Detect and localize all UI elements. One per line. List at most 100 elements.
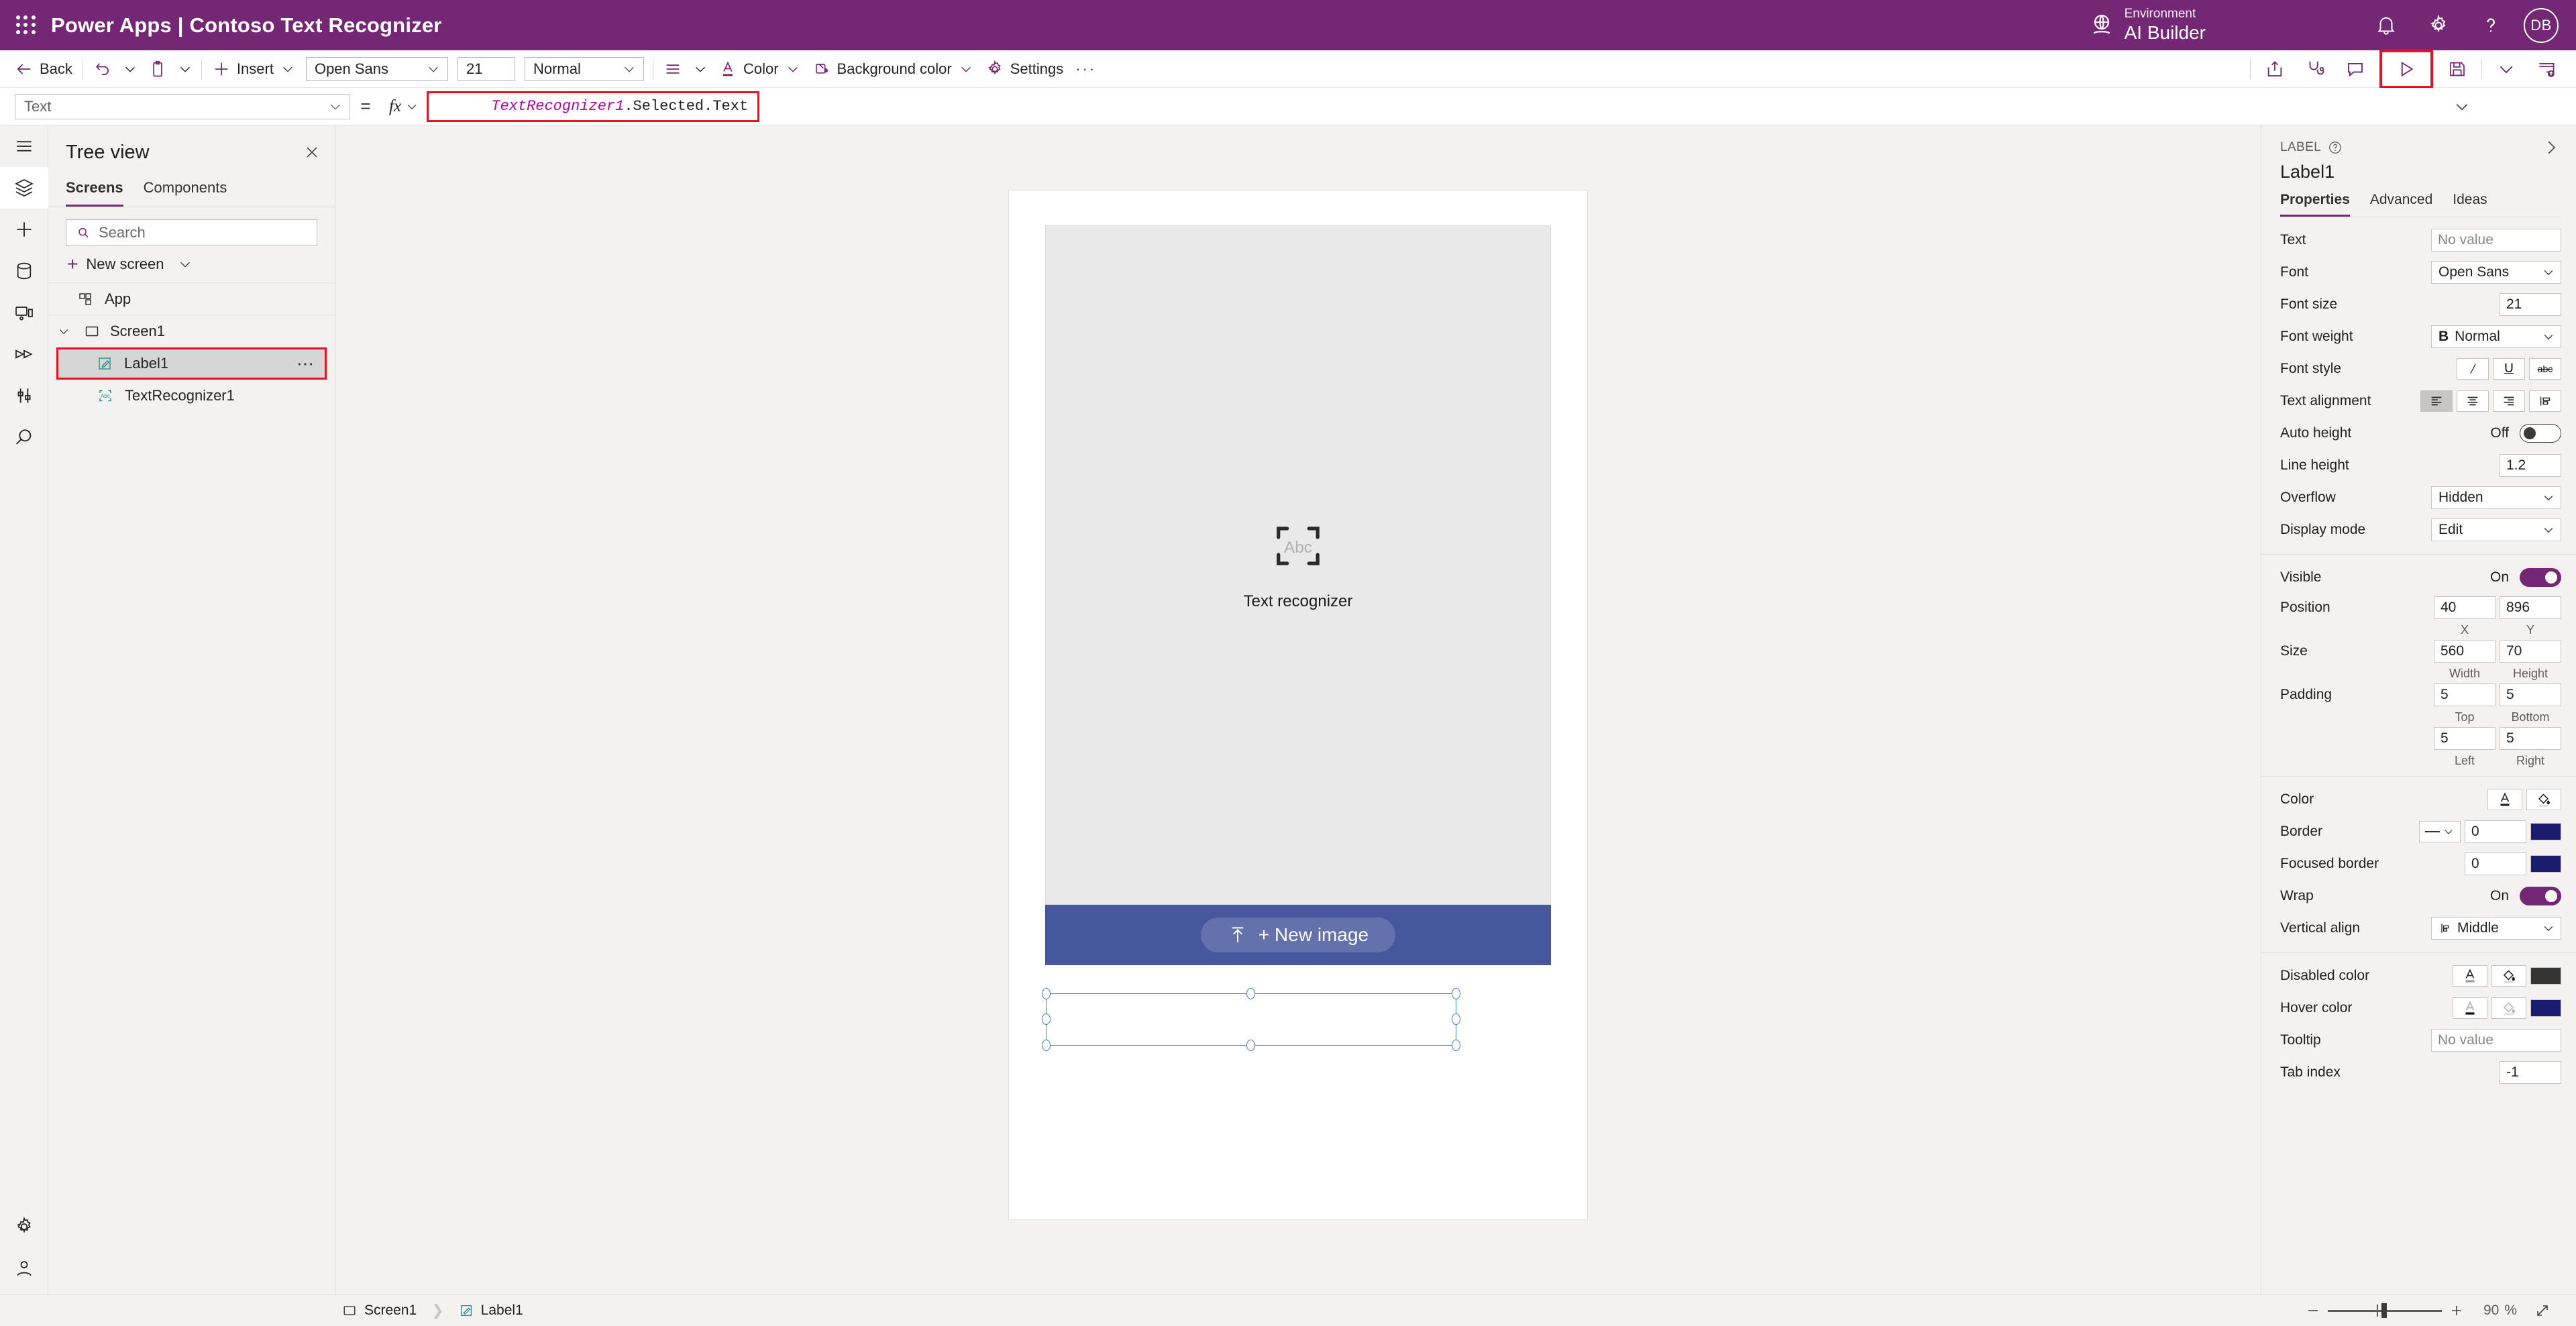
underline-icon[interactable]: U [2493, 358, 2525, 380]
paste-chevron-down-icon[interactable] [173, 62, 197, 76]
sidebar-item-data[interactable] [0, 250, 48, 292]
preview-play-button[interactable] [2379, 49, 2433, 89]
focused-border-width-input[interactable]: 0 [2465, 852, 2526, 875]
padding-bottom-input[interactable]: 5 [2500, 683, 2561, 706]
resize-handle-top-right[interactable] [1452, 988, 1460, 999]
bell-icon[interactable] [2360, 0, 2412, 50]
position-y-input[interactable]: 896 [2500, 596, 2561, 619]
padding-top-input[interactable]: 5 [2434, 683, 2496, 706]
overflow-menu-button[interactable]: ··· [1069, 50, 1102, 88]
sidebar-item-variables[interactable] [0, 375, 48, 417]
border-color-swatch[interactable] [2530, 823, 2561, 840]
tab-index-input[interactable]: -1 [2500, 1061, 2561, 1084]
vertical-align-dropdown[interactable]: Middle [2431, 917, 2561, 940]
wrap-toggle[interactable] [2520, 887, 2561, 905]
font-size-input[interactable]: 21 [2500, 293, 2561, 316]
property-selector-dropdown[interactable]: Text [15, 93, 350, 119]
waffle-grid-icon[interactable] [16, 15, 36, 36]
chevron-right-icon[interactable] [2541, 137, 2561, 158]
strikethrough-icon[interactable]: abc [2529, 358, 2561, 380]
sidebar-item-power-automate[interactable] [0, 333, 48, 375]
size-width-input[interactable]: 560 [2434, 640, 2496, 663]
fill-color-icon[interactable] [2526, 789, 2561, 810]
text-input[interactable]: No value [2431, 229, 2561, 252]
chevron-down-icon[interactable] [54, 325, 74, 338]
paste-button[interactable] [142, 50, 173, 88]
hover-fill-color-icon[interactable] [2491, 997, 2526, 1019]
gear-icon[interactable] [2412, 0, 2465, 50]
share-icon[interactable] [2255, 54, 2295, 85]
tab-advanced[interactable]: Advanced [2370, 192, 2432, 217]
new-screen-button[interactable]: + New screen [48, 246, 335, 283]
sidebar-item-tree-view[interactable] [0, 167, 48, 209]
tooltip-input[interactable]: No value [2431, 1029, 2561, 1052]
sidebar-item-account[interactable] [0, 1248, 48, 1289]
plus-icon[interactable] [2442, 1297, 2471, 1324]
zoom-slider[interactable] [2327, 1297, 2442, 1324]
help-circle-icon[interactable] [2328, 140, 2343, 155]
help-icon[interactable] [2465, 0, 2517, 50]
tab-components[interactable]: Components [144, 174, 227, 207]
align-chevron-down-icon[interactable] [688, 62, 712, 76]
italic-icon[interactable]: / [2457, 358, 2489, 380]
font-weight-dropdown[interactable]: B Normal [2431, 325, 2561, 348]
font-size-input[interactable]: 21 [457, 56, 515, 81]
tree-node-label1[interactable]: Label1 ⋯ [56, 347, 327, 380]
formula-expand-chevron-down-icon[interactable] [2449, 96, 2475, 117]
insert-button[interactable]: Insert [206, 50, 301, 88]
focused-border-color-swatch[interactable] [2530, 855, 2561, 873]
disabled-color-swatch[interactable] [2530, 967, 2561, 985]
resize-handle-top-left[interactable] [1042, 988, 1051, 999]
font-dropdown[interactable]: Open Sans [2431, 261, 2561, 284]
disabled-font-color-icon[interactable] [2453, 965, 2487, 987]
hamburger-menu-icon[interactable] [0, 125, 48, 167]
comments-icon[interactable] [2335, 54, 2375, 85]
resize-handle-top-center[interactable] [1246, 988, 1255, 999]
auto-height-toggle[interactable] [2520, 424, 2561, 443]
text-recognizer-control[interactable]: Abc Text recognizer [1045, 225, 1551, 905]
tab-properties[interactable]: Properties [2280, 192, 2350, 217]
fit-screen-icon[interactable] [2528, 1297, 2557, 1324]
resize-handle-bottom-left[interactable] [1042, 1040, 1051, 1051]
align-center-icon[interactable] [2457, 390, 2489, 412]
align-right-icon[interactable] [2493, 390, 2525, 412]
overflow-dropdown[interactable]: Hidden [2431, 486, 2561, 509]
background-color-button[interactable]: Background color [806, 50, 979, 88]
close-icon[interactable] [300, 140, 324, 164]
position-x-input[interactable]: 40 [2434, 596, 2496, 619]
tree-node-app[interactable]: App [48, 283, 335, 315]
undo-button[interactable] [87, 50, 118, 88]
minus-icon[interactable] [2298, 1297, 2328, 1324]
canvas-area[interactable]: Abc Text recognizer + New image [335, 125, 2261, 1294]
chevron-down-icon[interactable] [2486, 54, 2526, 85]
disabled-fill-color-icon[interactable] [2491, 965, 2526, 987]
align-justify-icon[interactable] [2529, 390, 2561, 412]
save-icon[interactable] [2437, 54, 2477, 85]
line-height-input[interactable]: 1.2 [2500, 454, 2561, 477]
zoom-slider-thumb[interactable] [2381, 1303, 2387, 1318]
resize-handle-middle-left[interactable] [1042, 1013, 1051, 1025]
tree-node-textrecognizer1[interactable]: Abc TextRecognizer1 [48, 380, 335, 412]
font-weight-dropdown[interactable]: Normal [524, 56, 644, 81]
sidebar-item-search[interactable] [0, 417, 48, 458]
breadcrumb-item-screen1[interactable]: Screen1 [342, 1303, 417, 1319]
chevron-down-icon[interactable] [178, 257, 193, 272]
display-mode-dropdown[interactable]: Edit [2431, 518, 2561, 541]
visible-toggle[interactable] [2520, 568, 2561, 587]
font-name-dropdown[interactable]: Open Sans [305, 56, 448, 81]
resize-handle-middle-right[interactable] [1452, 1013, 1460, 1025]
settings-button[interactable]: Settings [979, 50, 1070, 88]
avatar[interactable]: DB [2524, 7, 2559, 43]
preview-play-icon[interactable] [2386, 54, 2426, 85]
hover-font-color-icon[interactable] [2453, 997, 2487, 1019]
sidebar-item-settings[interactable] [0, 1206, 48, 1248]
fx-button[interactable]: fx [381, 97, 423, 116]
selected-label-control[interactable] [1042, 988, 1460, 1051]
new-image-button[interactable]: + New image [1200, 918, 1396, 952]
tab-ideas[interactable]: Ideas [2453, 192, 2487, 217]
undo-chevron-down-icon[interactable] [118, 62, 142, 76]
border-style-dropdown[interactable] [2419, 821, 2461, 842]
sidebar-item-media[interactable] [0, 292, 48, 333]
search-input[interactable]: Search [66, 219, 317, 246]
back-button[interactable]: Back [0, 50, 78, 88]
